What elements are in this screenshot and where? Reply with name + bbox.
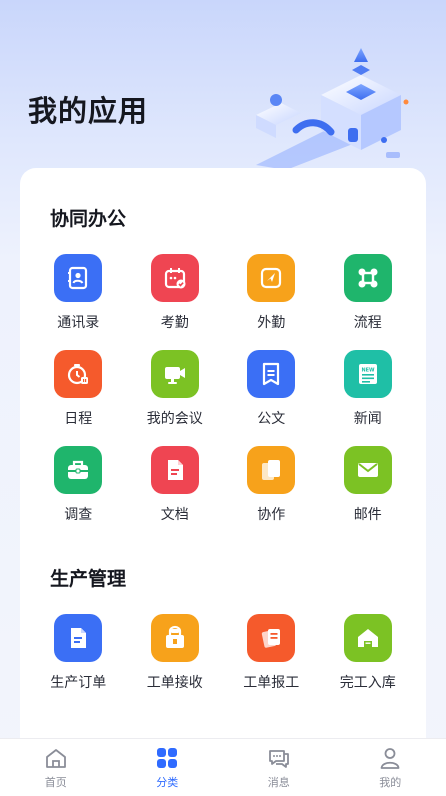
tab-home[interactable]: 首页 — [0, 739, 112, 796]
svg-text:NEW: NEW — [361, 368, 375, 374]
page-title: 我的应用 — [28, 94, 149, 128]
tab-label: 我的 — [379, 776, 402, 789]
app-label: 公文 — [257, 411, 286, 427]
app-item[interactable]: 工单接收 — [127, 614, 224, 692]
app-label: 日程 — [64, 411, 93, 427]
app-label: 流程 — [353, 315, 382, 331]
app-label: 考勤 — [160, 315, 189, 331]
tab-label: 消息 — [267, 776, 290, 789]
order-icon — [54, 614, 103, 662]
apps-card: 协同办公 通讯录 考勤 外勤 流程日程 我的会议 公文 NEW 新闻调查 文档 协作 邮件 生产管理… — [20, 168, 426, 738]
app-label: 文档 — [160, 507, 189, 523]
schedule-clock-icon — [54, 350, 103, 398]
app-label: 外勤 — [257, 315, 286, 331]
office-app-grid: 通讯录 考勤 外勤 流程日程 我的会议 公文 NEW 新闻调查 文档 协作 邮件 — [30, 254, 416, 524]
app-item[interactable]: NEW 新闻 — [320, 350, 417, 428]
app-label: 工单接收 — [146, 675, 203, 691]
app-label: 工单报工 — [243, 675, 300, 691]
app-item[interactable]: 通讯录 — [30, 254, 127, 332]
news-icon: NEW — [343, 350, 392, 398]
meeting-icon — [150, 350, 199, 398]
app-item[interactable]: 我的会议 — [127, 350, 224, 428]
bottom-tab-bar: 首页 分类 消息 我的 — [0, 738, 446, 796]
app-label: 调查 — [64, 507, 93, 523]
receive-icon — [150, 614, 199, 662]
flow-icon — [343, 254, 392, 302]
app-item[interactable]: 外勤 — [223, 254, 320, 332]
app-label: 邮件 — [353, 507, 382, 523]
app-label: 通讯录 — [57, 315, 100, 331]
category-icon — [157, 748, 178, 768]
section-title-office: 协同办公 — [50, 208, 127, 230]
app-label: 我的会议 — [146, 411, 203, 427]
app-label: 新闻 — [353, 411, 382, 427]
app-item[interactable]: 完工入库 — [320, 614, 417, 692]
app-item[interactable]: 生产订单 — [30, 614, 127, 692]
app-item[interactable]: 邮件 — [320, 446, 417, 524]
mail-icon — [343, 446, 392, 494]
app-item[interactable]: 日程 — [30, 350, 127, 428]
briefcase-icon — [54, 446, 103, 494]
location-arrow-icon — [247, 254, 296, 302]
section-title-production: 生产管理 — [50, 568, 127, 590]
calendar-check-icon — [150, 254, 199, 302]
hero-illustration — [256, 48, 409, 170]
file-icon — [150, 446, 199, 494]
tab-label: 首页 — [44, 776, 67, 789]
home-icon — [45, 749, 66, 768]
tab-category[interactable]: 分类 — [112, 739, 224, 796]
app-label: 协作 — [257, 507, 286, 523]
app-label: 生产订单 — [50, 675, 107, 691]
report-icon — [247, 614, 296, 662]
app-item[interactable]: 文档 — [127, 446, 224, 524]
tab-label: 分类 — [156, 776, 179, 789]
contacts-icon — [54, 254, 103, 302]
tab-user[interactable]: 我的 — [335, 739, 446, 796]
app-item[interactable]: 工单报工 — [223, 614, 320, 692]
collaborate-icon — [247, 446, 296, 494]
message-icon — [268, 750, 289, 768]
app-item[interactable]: 考勤 — [127, 254, 224, 332]
document-icon — [247, 350, 296, 398]
app-item[interactable]: 流程 — [320, 254, 417, 332]
warehouse-icon — [343, 614, 392, 662]
user-icon — [380, 748, 400, 769]
production-app-grid: 生产订单 工单接收 工单报工 完工入库 — [30, 614, 416, 692]
app-item[interactable]: 调查 — [30, 446, 127, 524]
app-item[interactable]: 公文 — [223, 350, 320, 428]
app-label: 完工入库 — [339, 675, 396, 691]
tab-message[interactable]: 消息 — [223, 739, 335, 796]
app-item[interactable]: 协作 — [223, 446, 320, 524]
